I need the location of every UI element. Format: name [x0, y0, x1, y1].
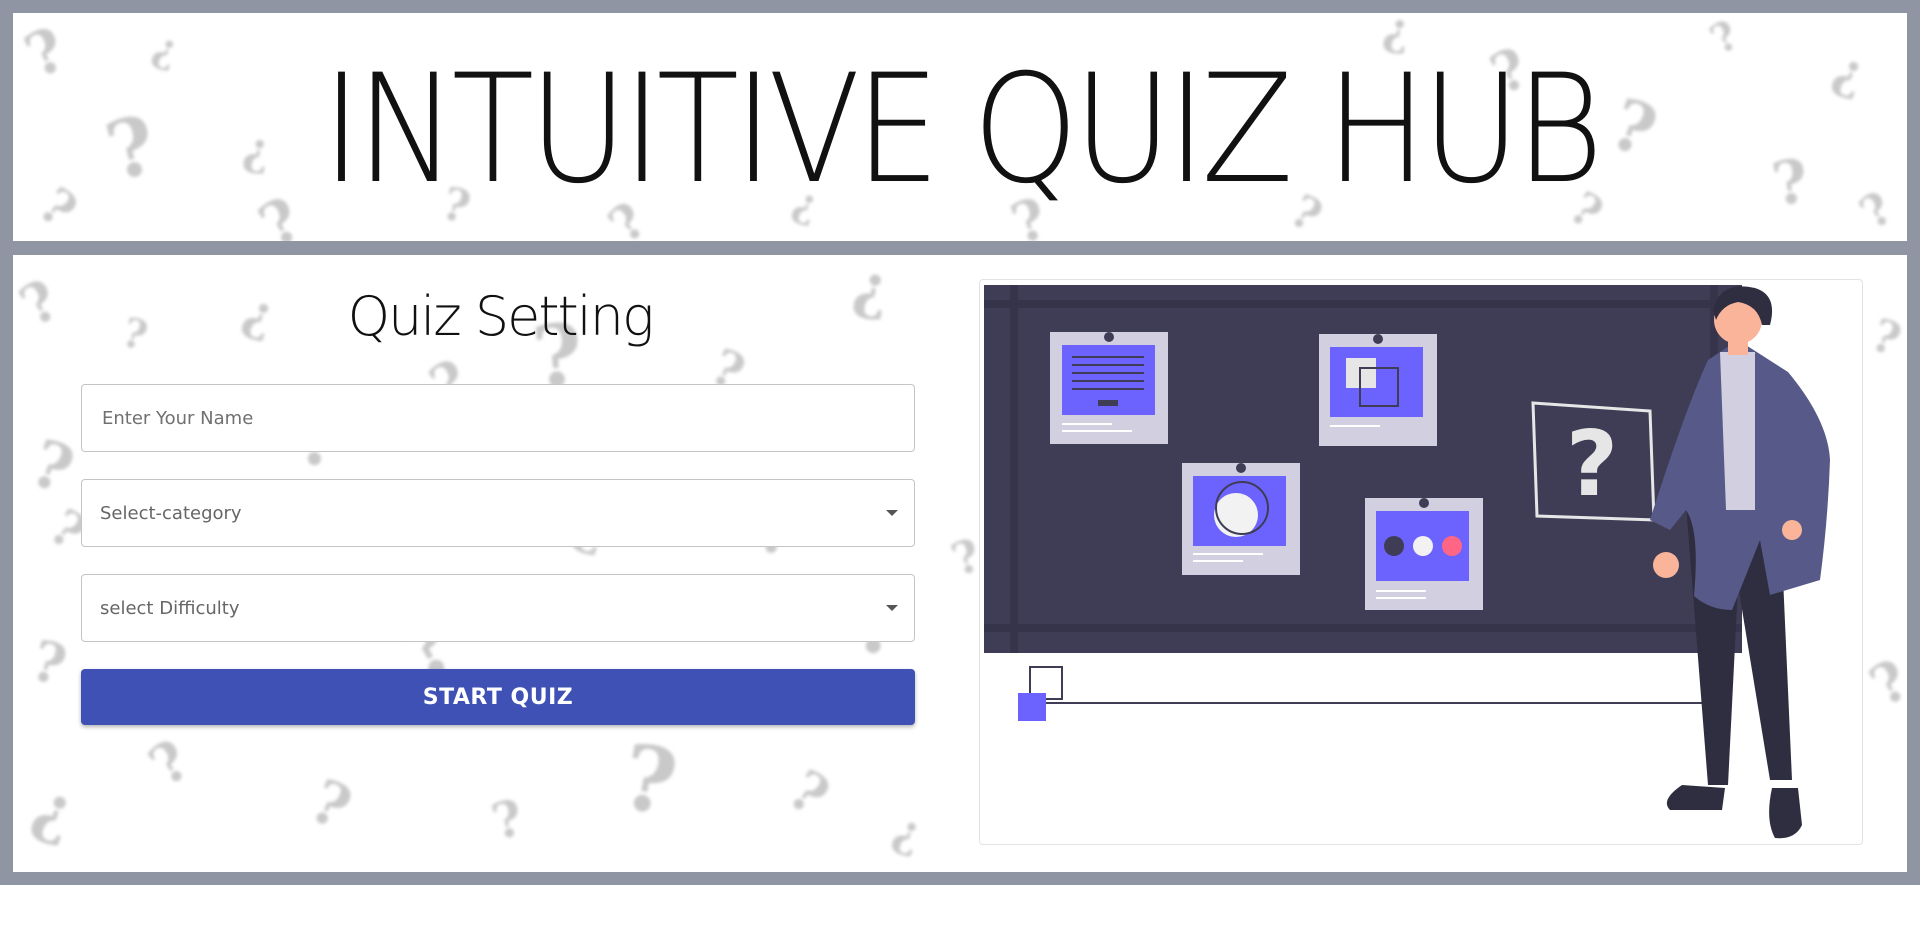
- quiz-settings-title: Quiz Setting: [347, 285, 655, 348]
- dropdown-arrow-icon: [886, 605, 898, 611]
- name-field[interactable]: [81, 384, 915, 452]
- start-quiz-button[interactable]: START QUIZ: [81, 669, 915, 725]
- header-banner: ? ? ? ? ? ? ? ? ? ? ? ? ? ? ? ? ? ? ? IN…: [13, 13, 1907, 241]
- filled-square: [1018, 693, 1046, 721]
- difficulty-select[interactable]: select Difficulty: [81, 574, 915, 642]
- dropdown-arrow-icon: [886, 510, 898, 516]
- difficulty-select-value: select Difficulty: [100, 597, 240, 619]
- note-card-dots: [1365, 498, 1483, 610]
- app-title: INTUITIVE QUIZ HUB: [321, 43, 1604, 217]
- note-card-squares: [1319, 334, 1437, 446]
- quiz-illustration-card: ?: [979, 279, 1863, 845]
- note-card-text: [1050, 332, 1168, 444]
- question-mark-text: ?: [1566, 412, 1618, 517]
- presentation-illustration: ?: [984, 285, 1830, 839]
- category-select-value: Select-category: [100, 502, 242, 524]
- main-panel: ? ? ? ? ? ? ? ? ? ? ? ? ? ? ? ? ? ? ? ? …: [13, 255, 1907, 872]
- category-select[interactable]: Select-category: [81, 479, 915, 547]
- name-input[interactable]: [100, 406, 914, 430]
- note-card-circles: [1182, 463, 1300, 575]
- app-frame: ? ? ? ? ? ? ? ? ? ? ? ? ? ? ? ? ? ? ? IN…: [0, 0, 1920, 885]
